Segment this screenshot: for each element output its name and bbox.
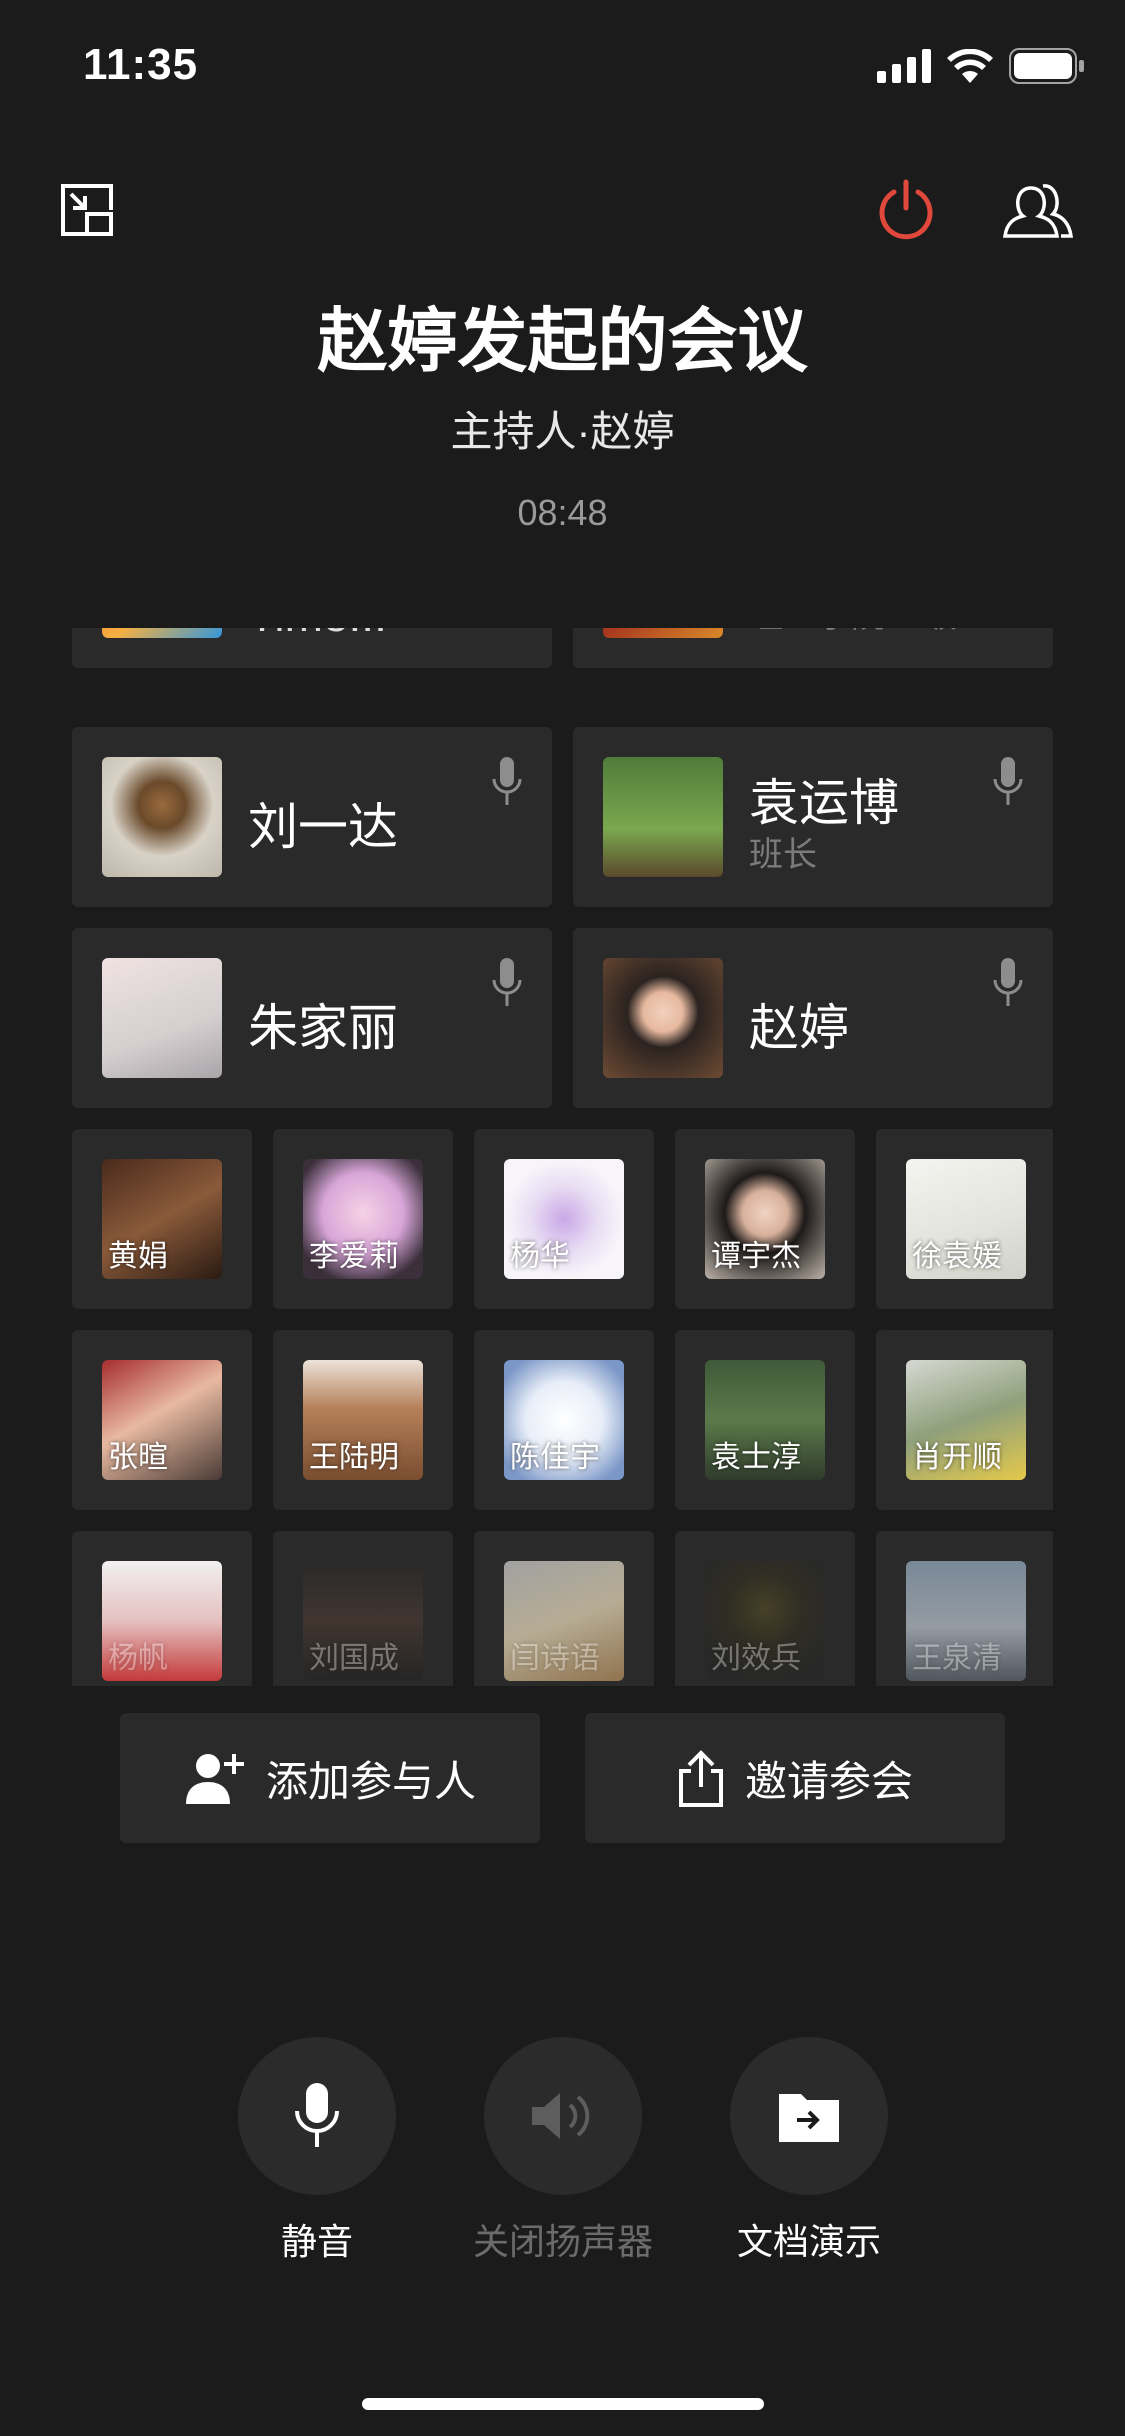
invite-label: 邀请参会 [744,1757,913,1805]
participant-name: 黄娟 [108,1240,168,1273]
power-icon [879,179,933,240]
participant-card[interactable]: 刘一达 [72,727,552,907]
participant-name: 李爱莉 [309,1240,399,1273]
participant-name: 杨华 [510,1240,570,1273]
speaker-button[interactable]: 关闭扬声器 [473,2037,653,2262]
avatar [102,628,222,638]
avatar [603,958,723,1078]
participant-tile[interactable]: 袁士淳 [675,1330,855,1510]
participants-icon [1002,184,1074,238]
participant-name: 朱家丽 [248,1000,398,1056]
document-circle[interactable] [730,2037,888,2195]
participant-name: 王泉清 [912,1642,1002,1675]
signal-icon [877,49,931,83]
meeting-topbar [0,170,1125,250]
minimize-window-icon [61,184,113,236]
mic-icon [492,958,522,1006]
mute-button[interactable]: 静音 [237,2037,397,2262]
participant-name: 闫诗语 [510,1642,600,1675]
mute-circle[interactable] [238,2037,396,2195]
participants-button[interactable] [998,170,1078,250]
participant-name: 谭宇杰 [711,1240,801,1273]
status-icons [877,48,1085,84]
microphone-icon [295,2083,339,2147]
participant-tile[interactable]: 王泉清 [876,1531,1053,1686]
participant-name: 刘效兵 [711,1642,801,1675]
participant-card[interactable]: Time... [72,628,552,668]
document-present-label: 文档演示 [736,2221,881,2262]
participant-name: 张暄 [108,1441,168,1474]
participant-card[interactable]: 赵婷 [573,928,1053,1108]
participant-tile[interactable]: 刘国成 [273,1531,453,1686]
participant-name: 杨帆 [108,1642,168,1675]
mic-icon [993,757,1023,805]
participant-name: 刘国成 [309,1642,399,1675]
participant-tile[interactable]: 徐袁媛 [876,1129,1053,1309]
participant-tile[interactable]: 李爱莉 [273,1129,453,1309]
participant-card[interactable]: 袁运博 班长 [573,727,1053,907]
speaker-label: 关闭扬声器 [472,2221,653,2262]
participant-name: 袁运博 [749,775,899,831]
participant-tile[interactable]: 王陆明 [273,1330,453,1510]
participant-name: 袁士淳 [711,1441,801,1474]
participant-tile[interactable]: 肖开顺 [876,1330,1053,1510]
participant-name: 徐袁媛 [912,1240,1002,1273]
mic-icon [492,757,522,805]
participant-tile[interactable]: 张暄 [72,1330,252,1510]
participant-tile[interactable]: 闫诗语 [474,1531,654,1686]
avatar [102,757,222,877]
participant-tile[interactable]: 谭宇杰 [675,1129,855,1309]
participant-card[interactable]: 理工学院18级... [573,628,1053,668]
participant-grid[interactable]: Time... 理工学院18级... 刘一达 袁运博 班长 朱家丽 赵婷 黄娟 … [72,628,1053,1686]
participant-tile[interactable]: 黄娟 [72,1129,252,1309]
add-user-icon [185,1754,244,1804]
participant-name: 肖开顺 [912,1441,1002,1474]
participant-name: 王陆明 [309,1441,399,1474]
speaker-icon [532,2093,590,2139]
wifi-icon [947,49,993,83]
invite-button[interactable]: 邀请参会 [585,1713,1005,1843]
meeting-title: 赵婷发起的会议 [317,302,808,380]
participant-name: 赵婷 [749,1000,849,1056]
participant-group: 理工学院18级... [749,628,985,637]
participant-name: Time... [248,628,387,642]
participant-tile[interactable]: 杨华 [474,1129,654,1309]
mic-icon [993,958,1023,1006]
participant-name: 刘一达 [248,799,398,855]
meeting-duration: 08:48 [517,492,608,533]
participant-tile[interactable]: 杨帆 [72,1531,252,1686]
status-bar: 11:35 [0,0,1125,130]
avatar [102,958,222,1078]
status-time: 11:35 [83,40,199,89]
avatar [603,757,723,877]
end-meeting-button[interactable] [866,170,946,250]
minimize-button[interactable] [47,170,127,250]
home-indicator[interactable] [362,2398,764,2410]
speaker-circle[interactable] [484,2037,642,2195]
mute-label: 静音 [280,2221,353,2262]
folder-arrow-icon [779,2094,839,2142]
avatar [603,628,723,638]
participant-card[interactable]: 朱家丽 [72,928,552,1108]
participant-role: 班长 [749,836,817,874]
document-present-button[interactable]: 文档演示 [729,2037,889,2262]
participant-tile[interactable]: 陈佳宇 [474,1330,654,1510]
battery-icon [1009,48,1084,84]
participant-name: 陈佳宇 [510,1441,600,1474]
add-participant-label: 添加参与人 [265,1757,476,1805]
share-icon [678,1750,723,1807]
meeting-host: 主持人·赵婷 [450,408,675,455]
participant-tile[interactable]: 刘效兵 [675,1531,855,1686]
add-participant-button[interactable]: 添加参与人 [120,1713,540,1843]
